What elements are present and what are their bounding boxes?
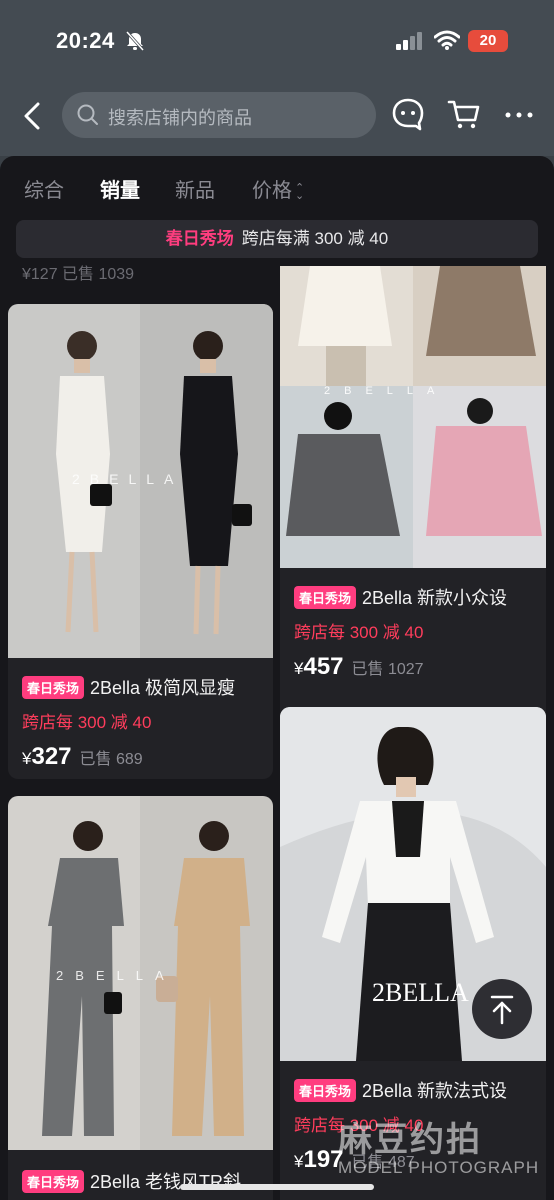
svg-text:2BELLA: 2BELLA [372,978,469,1007]
product-info: 春日秀场 2Bella 新款小众设 跨店每 300 减 40 ¥457 已售 102… [280,584,546,681]
svg-text:2BELLA: 2BELLA [324,385,448,397]
svg-text:2BELLA: 2BELLA [56,968,176,983]
product-info: 春日秀场 2Bella 极简风显瘦 跨店每 300 减 40 ¥327 已售 689 [8,674,273,771]
price-row: ¥457 已售 1027 [294,653,532,681]
product-title: 2Bella 新款小众设 [362,588,508,608]
price-row: ¥327 已售 689 [22,743,259,771]
search-icon [77,104,98,125]
screen: 20:24 20 搜索店铺内的商品 综合 销量 新品 价格 ⌃ ⌄ 春日秀场 跨… [0,0,554,1200]
sold-count: 已售 1027 [351,661,424,678]
search-input[interactable]: 搜索店铺内的商品 [62,92,376,138]
partial-price-row: ¥127 已售 1039 [22,266,135,283]
watermark: 麻豆约拍 MODEL PHOTOGRAPH [338,1112,548,1192]
promo-badge: 春日秀场 [22,675,85,699]
sort-arrows-icon: ⌃ ⌄ [295,181,305,202]
product-title: 2Bella 极简风显瘦 [90,678,236,698]
tab-price[interactable]: 价格 ⌃ ⌄ [252,174,304,203]
product-title: 2Bella 新款法式设 [362,1081,508,1101]
battery-indicator: 20 [468,30,508,52]
product-card[interactable]: 2BELLA 春日秀场 2Bella 极简风显瘦 跨店每 300 减 40 ¥32… [8,304,273,779]
title-row: 春日秀场 2Bella 新款小众设 [294,584,532,610]
home-indicator[interactable] [180,1184,374,1190]
cellular-signal-icon [396,32,422,50]
sort-tabs: 综合 销量 新品 价格 ⌃ ⌄ [0,156,554,216]
watermark-logo: 麻豆约拍 [338,1121,482,1159]
search-placeholder: 搜索店铺内的商品 [108,108,252,128]
customer-service-icon[interactable] [390,96,426,132]
arrow-up-icon [490,995,514,1025]
product-image: 2BELLA [280,266,546,568]
sold-count: 已售 689 [79,751,143,768]
wifi-icon [434,30,460,50]
discount-text: 跨店每 300 减 40 [22,713,152,732]
product-price: 327 [31,743,72,770]
product-panel: 综合 销量 新品 价格 ⌃ ⌄ 春日秀场 跨店每满 300 减 40 ¥127 已售 … [0,156,554,1200]
product-card[interactable]: 2BELLA 春日秀场 2Bella 老钱风TR斜 [8,796,273,1200]
promo-text: 跨店每满 300 减 40 [241,229,389,248]
bell-muted-icon [125,31,145,51]
product-price: 457 [303,653,344,680]
promo-bar[interactable]: 春日秀场 跨店每满 300 减 40 [16,220,538,258]
product-info: 春日秀场 2Bella 老钱风TR斜 [8,1168,273,1194]
tab-price-label: 价格 [252,180,292,202]
tab-new[interactable]: 新品 [175,174,215,203]
watermark-subtitle: MODEL PHOTOGRAPH [338,1158,540,1177]
product-image: 2BELLA [8,796,273,1150]
promo-badge: 春日秀场 [22,1169,85,1193]
promo-badge: 春日秀场 [294,1078,357,1102]
tab-comprehensive[interactable]: 综合 [24,174,64,203]
product-image: 2BELLA [8,304,273,658]
back-to-top-button[interactable] [472,979,532,1039]
promo-badge: 春日秀场 [294,585,357,609]
svg-text:2BELLA: 2BELLA [72,471,183,487]
back-arrow-icon[interactable] [18,98,50,134]
promo-highlight: 春日秀场 [165,229,234,248]
tab-sales[interactable]: 销量 [100,174,140,203]
shop-header: 搜索店铺内的商品 [0,80,554,156]
title-row: 春日秀场 2Bella 老钱风TR斜 [22,1168,259,1194]
status-time: 20:24 [56,28,115,53]
title-row: 春日秀场 2Bella 极简风显瘦 [22,674,259,700]
cart-icon[interactable] [446,96,482,132]
title-row: 春日秀场 2Bella 新款法式设 [294,1077,532,1103]
discount-text: 跨店每 300 减 40 [294,623,424,642]
status-bar: 20:24 20 [0,0,554,80]
more-options-icon[interactable] [502,98,536,132]
